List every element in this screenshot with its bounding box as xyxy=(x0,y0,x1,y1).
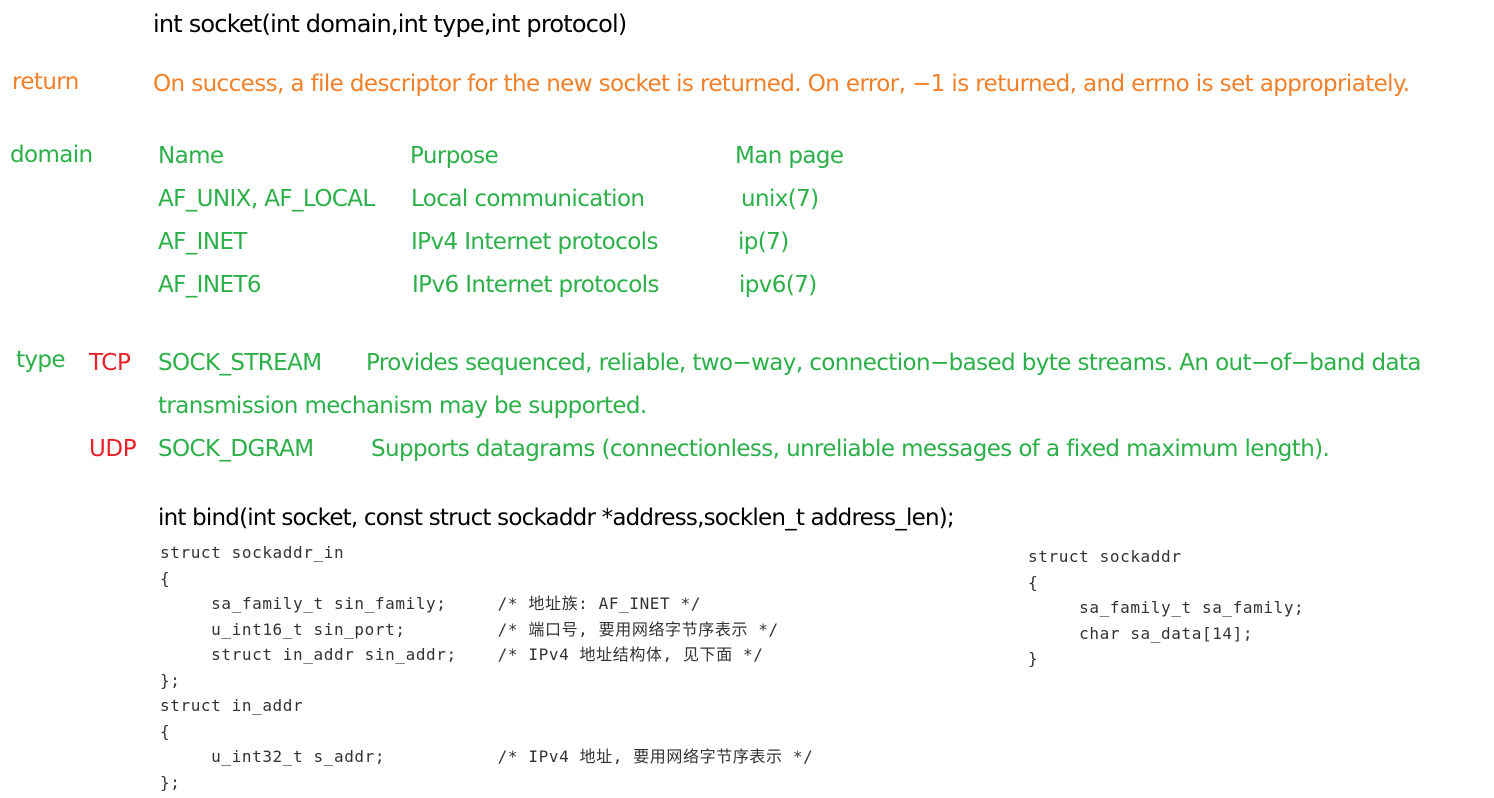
code-line: struct in_addr xyxy=(160,696,304,715)
code-line: { xyxy=(1028,572,1039,592)
code-line: sa_family_t sa_family; xyxy=(1028,598,1305,617)
code-line: struct sockaddr xyxy=(1028,547,1182,566)
domain-row-purpose: IPv4 Internet protocols xyxy=(411,229,658,255)
domain-header-purpose: Purpose xyxy=(410,143,499,169)
code-sockaddr-in-block: struct sockaddr_in { sa_family_t sin_fam… xyxy=(160,540,813,795)
code-line: { xyxy=(160,721,171,741)
sock-stream-desc: Provides sequenced, reliable, two−way, c… xyxy=(366,350,1421,376)
sock-stream-desc-cont: transmission mechanism may be supported. xyxy=(158,393,647,419)
domain-row-purpose: IPv6 Internet protocols xyxy=(412,272,659,298)
code-line: }; xyxy=(160,670,181,690)
domain-label: domain xyxy=(10,142,93,168)
code-line: u_int32_t s_addr; /* IPv4 地址, 要用网络字节序表示 … xyxy=(160,747,814,766)
domain-header-man-page: Man page xyxy=(735,143,844,169)
domain-row-name: AF_UNIX, AF_LOCAL xyxy=(158,186,375,212)
domain-row-name: AF_INET6 xyxy=(158,272,261,298)
return-text: On success, a file descriptor for the ne… xyxy=(153,71,1410,97)
sock-dgram-name: SOCK_DGRAM xyxy=(158,436,314,462)
code-line: char sa_data[14]; xyxy=(1028,623,1254,643)
domain-row-name: AF_INET xyxy=(158,229,247,255)
bind-signature: int bind(int socket, const struct sockad… xyxy=(158,505,955,531)
code-line: { xyxy=(160,568,171,588)
domain-row-purpose: Local communication xyxy=(411,186,645,212)
sock-stream-name: SOCK_STREAM xyxy=(158,350,322,376)
udp-label: UDP xyxy=(89,436,137,462)
code-line: u_int16_t sin_port; /* 端口号, 要用网络字节序表示 */ xyxy=(160,619,779,639)
socket-signature: int socket(int domain,int type,int proto… xyxy=(153,10,627,38)
sock-dgram-desc: Supports datagrams (connectionless, unre… xyxy=(371,436,1330,462)
code-line: } xyxy=(1028,649,1039,668)
domain-row-man-page: ip(7) xyxy=(738,229,789,255)
type-label: type xyxy=(16,347,66,373)
tcp-label: TCP xyxy=(89,350,131,376)
code-line: struct sockaddr_in xyxy=(160,543,345,562)
code-line: sa_family_t sin_family; /* 地址族: AF_INET … xyxy=(160,594,701,613)
code-line: }; xyxy=(160,772,181,792)
code-sockaddr-block: struct sockaddr { sa_family_t sa_family;… xyxy=(1028,544,1304,672)
return-label: return xyxy=(12,69,79,95)
domain-header-name: Name xyxy=(158,143,224,169)
domain-row-man-page: ipv6(7) xyxy=(739,272,817,298)
code-line: struct in_addr sin_addr; /* IPv4 地址结构体, … xyxy=(160,645,764,664)
domain-row-man-page: unix(7) xyxy=(741,186,819,212)
